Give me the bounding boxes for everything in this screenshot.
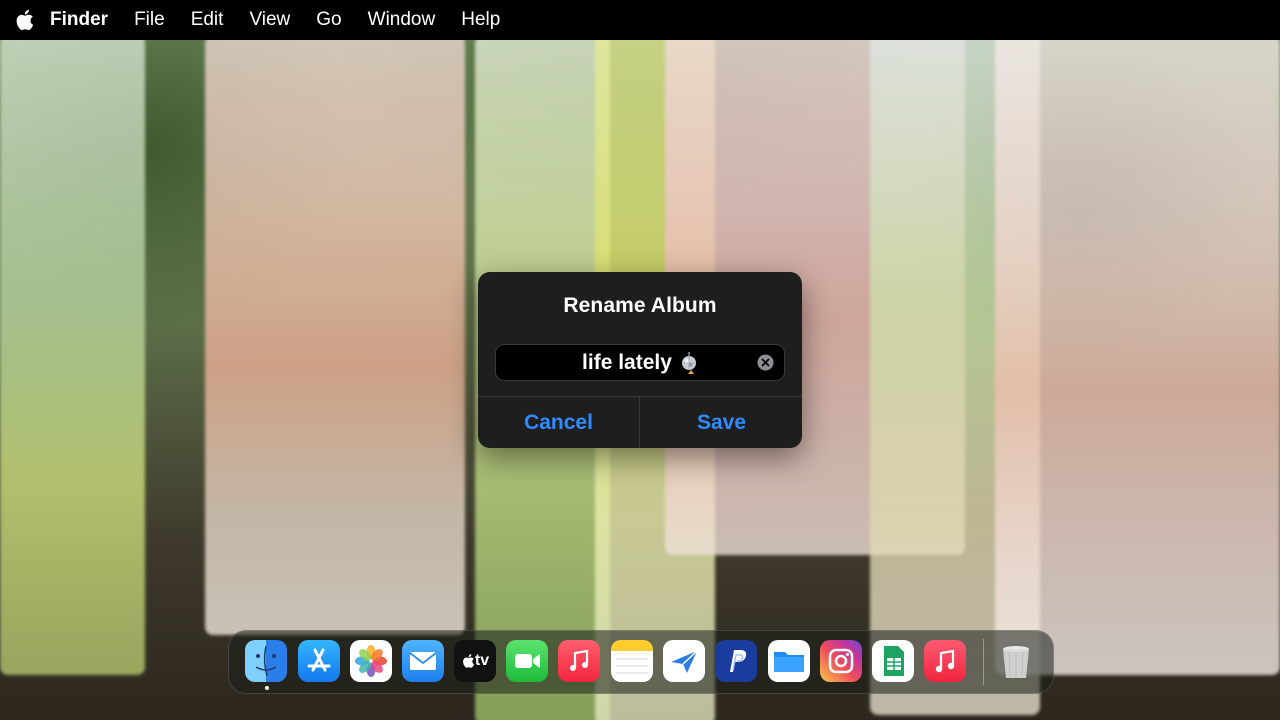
rename-album-dialog: Rename Album life lately Cancel Save [478, 272, 802, 448]
apple-logo-icon[interactable] [14, 8, 34, 32]
app-store-icon[interactable] [298, 640, 340, 682]
finder-icon[interactable] [245, 640, 287, 682]
notes-icon[interactable] [611, 640, 653, 682]
files-icon[interactable] [768, 640, 810, 682]
menu-window[interactable]: Window [368, 9, 436, 31]
photos-icon[interactable] [350, 640, 392, 682]
mail-icon[interactable] [402, 640, 444, 682]
menu-go[interactable]: Go [316, 9, 341, 31]
cancel-button[interactable]: Cancel [478, 397, 639, 448]
apple-tv-label: tv [474, 652, 490, 669]
menu-app-finder[interactable]: Finder [50, 9, 108, 31]
dock-separator [983, 639, 984, 685]
running-indicator [265, 686, 269, 690]
save-button[interactable]: Save [641, 397, 802, 448]
menu-file[interactable]: File [134, 9, 165, 31]
button-divider [639, 397, 640, 448]
album-name-value: life lately [582, 350, 672, 374]
paypal-icon[interactable] [715, 640, 757, 682]
dialog-title: Rename Album [563, 294, 717, 317]
fabric-strip [205, 35, 465, 635]
fabric-strip [0, 35, 145, 675]
dock: tv [228, 630, 1054, 694]
spark-mail-icon[interactable] [663, 640, 705, 682]
trash-icon[interactable] [995, 640, 1037, 682]
menu-view[interactable]: View [249, 9, 290, 31]
disco-ball-icon [680, 351, 698, 374]
music-icon[interactable] [558, 640, 600, 682]
menu-bar: Finder File Edit View Go Window Help [0, 0, 1280, 40]
fabric-strip [995, 35, 1280, 675]
clear-text-icon[interactable] [757, 354, 774, 371]
itunes-store-icon[interactable] [924, 640, 966, 682]
menu-edit[interactable]: Edit [191, 9, 224, 31]
google-sheets-icon[interactable] [872, 640, 914, 682]
instagram-icon[interactable] [820, 640, 862, 682]
apple-tv-icon[interactable]: tv [454, 640, 496, 682]
facetime-icon[interactable] [506, 640, 548, 682]
menu-help[interactable]: Help [461, 9, 500, 31]
album-name-input[interactable]: life lately [495, 344, 785, 381]
